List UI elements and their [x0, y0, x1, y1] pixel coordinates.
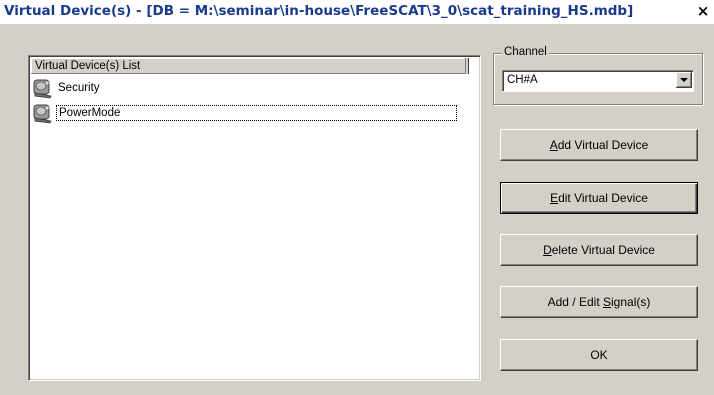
chevron-down-icon[interactable]: [676, 72, 692, 88]
list-header-filler: [466, 58, 469, 74]
list-item-selected[interactable]: PowerMode: [32, 101, 457, 124]
delete-mnemonic: D: [543, 243, 552, 257]
list-item-label: PowerMode: [56, 104, 457, 121]
virtual-device-list[interactable]: Virtual Device(s) List Security PowerMod…: [28, 55, 481, 381]
channel-select[interactable]: CH#A: [502, 70, 694, 92]
channel-group-label: Channel: [502, 46, 549, 58]
edit-label: dit Virtual Device: [558, 191, 648, 205]
add-virtual-device-button[interactable]: Add Virtual Device: [500, 129, 698, 161]
signals-mnemonic: S: [603, 295, 612, 309]
channel-group: Channel CH#A: [493, 46, 703, 105]
virtual-device-icon: [33, 104, 52, 123]
close-icon[interactable]: ×: [694, 2, 712, 20]
dialog-client: Virtual Device(s) List Security PowerMod…: [0, 24, 714, 395]
add-mnemonic: A: [549, 138, 558, 152]
ok-button[interactable]: OK: [500, 339, 698, 371]
list-header-virtual-devices[interactable]: Virtual Device(s) List: [31, 58, 466, 74]
add-label: dd Virtual Device: [557, 138, 649, 152]
edit-virtual-device-button[interactable]: Edit Virtual Device: [500, 182, 698, 214]
delete-label: elete Virtual Device: [551, 243, 655, 257]
channel-select-value: CH#A: [507, 74, 538, 86]
list-item-label: Security: [58, 81, 100, 94]
virtual-device-icon: [33, 79, 52, 98]
add-edit-signals-button[interactable]: Add / Edit Signal(s): [500, 286, 698, 318]
window-title: Virtual Device(s) - [DB = M:\seminar\in-…: [4, 3, 634, 19]
delete-virtual-device-button[interactable]: Delete Virtual Device: [500, 234, 698, 266]
edit-mnemonic: E: [550, 191, 559, 205]
signals-label-rest: ignal(s): [611, 295, 651, 309]
title-bar[interactable]: Virtual Device(s) - [DB = M:\seminar\in-…: [0, 0, 714, 24]
list-item[interactable]: Security: [32, 76, 102, 99]
signals-label-pre: Add / Edit: [547, 295, 603, 309]
